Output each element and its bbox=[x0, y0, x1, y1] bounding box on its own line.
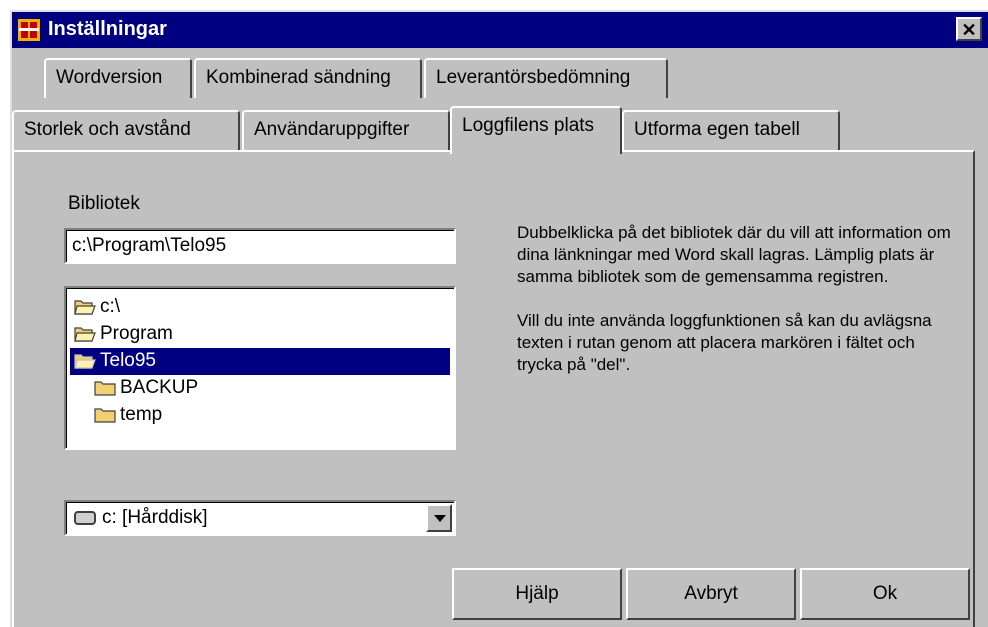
chevron-down-icon bbox=[434, 515, 446, 522]
tab-wordversion[interactable]: Wordversion bbox=[44, 58, 192, 98]
list-item[interactable]: c:\ bbox=[70, 294, 124, 321]
tab-label: Wordversion bbox=[56, 67, 163, 88]
cancel-button-label: Avbryt bbox=[684, 583, 738, 604]
app-icon bbox=[18, 19, 40, 41]
drive-select[interactable]: c: [Hårddisk] bbox=[64, 500, 456, 536]
tab-label: Användaruppgifter bbox=[254, 119, 410, 140]
tab-label: Utforma egen tabell bbox=[634, 119, 800, 140]
tab-leverantorsbedomning[interactable]: Leverantörsbedömning bbox=[424, 58, 668, 98]
title-bar[interactable]: Inställningar ✕ bbox=[12, 12, 988, 48]
directory-list[interactable]: c:\ Program Telo95 BACKUP temp bbox=[64, 286, 456, 450]
cancel-button[interactable]: Avbryt bbox=[626, 568, 796, 620]
window-title: Inställningar bbox=[48, 18, 167, 40]
path-input[interactable]: c:\Program\Telo95 bbox=[64, 228, 456, 264]
info-paragraph-1: Dubbelklicka på det bibliotek där du vil… bbox=[517, 223, 951, 286]
list-item-label: c:\ bbox=[100, 296, 121, 317]
list-item[interactable]: BACKUP bbox=[90, 375, 202, 402]
tab-label: Kombinerad sändning bbox=[206, 67, 391, 88]
help-button-label: Hjälp bbox=[515, 583, 559, 604]
tab-label: Storlek och avstånd bbox=[24, 119, 191, 140]
list-item[interactable]: temp bbox=[90, 402, 166, 429]
tab-label: Loggfilens plats bbox=[462, 115, 595, 136]
list-item[interactable]: Program bbox=[70, 321, 177, 348]
open-folder-icon bbox=[74, 327, 96, 342]
list-item-label: temp bbox=[120, 404, 163, 425]
tab-loggfilens-plats[interactable]: Loggfilens plats bbox=[450, 106, 622, 154]
close-button[interactable]: ✕ bbox=[956, 17, 982, 41]
tab-kombinerad-sandning[interactable]: Kombinerad sändning bbox=[194, 58, 422, 98]
dropdown-button[interactable] bbox=[426, 504, 452, 532]
folder-icon bbox=[94, 381, 116, 396]
list-item-label: Program bbox=[100, 323, 173, 344]
list-item-label: Telo95 bbox=[100, 350, 156, 371]
close-icon: ✕ bbox=[961, 20, 977, 40]
open-folder-icon bbox=[74, 300, 96, 315]
settings-dialog: Inställningar ✕ Wordversion Kombinerad s… bbox=[10, 10, 988, 627]
info-text: Dubbelklicka på det bibliotek där du vil… bbox=[517, 222, 957, 398]
directory-label: Bibliotek bbox=[68, 193, 140, 214]
info-paragraph-2: Vill du inte använda loggfunktionen så k… bbox=[517, 311, 932, 374]
tab-utforma-egen-tabell[interactable]: Utforma egen tabell bbox=[622, 110, 840, 150]
help-button[interactable]: Hjälp bbox=[452, 568, 622, 620]
ok-button[interactable]: Ok bbox=[800, 568, 970, 620]
drive-select-value: c: [Hårddisk] bbox=[102, 507, 208, 528]
tab-label: Leverantörsbedömning bbox=[436, 67, 631, 88]
list-item-label: BACKUP bbox=[120, 377, 199, 398]
tab-storlek-och-avstand[interactable]: Storlek och avstånd bbox=[12, 110, 240, 150]
list-item-selected[interactable]: Telo95 bbox=[70, 348, 450, 375]
open-folder-icon bbox=[74, 354, 96, 369]
hard-drive-icon bbox=[74, 511, 96, 525]
folder-icon bbox=[94, 408, 116, 423]
tab-anvandaruppgifter[interactable]: Användaruppgifter bbox=[242, 110, 450, 150]
ok-button-label: Ok bbox=[872, 583, 898, 604]
